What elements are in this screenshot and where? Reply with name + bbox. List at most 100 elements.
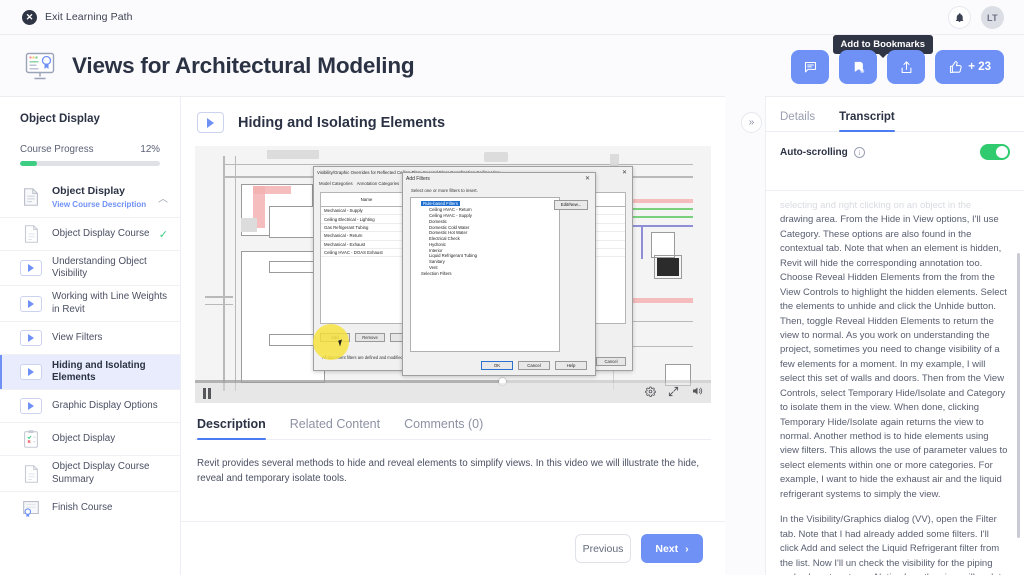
sidebar-item-label: Object Display [52,433,116,445]
info-icon[interactable]: i [853,146,865,158]
video-play-icon [20,395,42,417]
row-name: Mechanical - Return [321,233,413,239]
tab-description[interactable]: Description [197,417,266,440]
course-progress: Course Progress 12% [20,144,160,155]
comment-button[interactable] [791,50,830,84]
vg-cancel-button[interactable]: Cancel [596,357,626,366]
tab-related-content[interactable]: Related Content [290,417,380,439]
af-cancel-button[interactable]: Cancel [518,360,550,370]
af-help-button[interactable]: Help [555,360,587,370]
sidebar-item-working-with-line-weights[interactable]: Working with Line Weights in Revit [0,285,180,320]
sidebar-item-label: Understanding Object Visibility [52,256,147,280]
sidebar-item-hiding-and-isolating-elements[interactable]: Hiding and Isolating Elements [0,353,180,390]
cursor-highlight [313,324,349,360]
like-button[interactable]: + 23 [935,50,1004,84]
view-course-description-link[interactable]: View Course Description [52,200,154,209]
add-filters-title: Add Filters [406,175,430,182]
pause-icon[interactable] [203,387,212,399]
sidebar-item-finish-course[interactable]: Finish Course [0,490,180,524]
panel-tabs: Details Transcript [766,97,1024,132]
video-controls [195,383,711,403]
exit-bar: ✕ Exit Learning Path LT [0,0,1024,34]
expand-icon[interactable] [668,384,679,402]
auto-scrolling-label: Auto-scrolling [780,146,848,158]
row-name: Mechanical - Exhaust [321,241,413,247]
col-name: Name [321,197,413,202]
auto-scrolling-toggle[interactable] [980,144,1010,160]
tab-comments[interactable]: Comments (0) [404,417,483,439]
video-play-icon [20,327,42,349]
row-name: Mechanical - Supply [321,208,413,214]
add-filters-titlebar: Add Filters ✕ [403,173,595,184]
sidebar-item-graphic-display-options[interactable]: Graphic Display Options [0,389,180,422]
tab-details[interactable]: Details [780,111,815,131]
course-progress-bar [20,161,160,166]
tree-root-label[interactable]: Rule-based Filters [421,201,460,207]
tab-annotation-categories[interactable]: Annotation Categories [357,181,400,186]
sidebar-item-label: Finish Course [52,501,113,513]
sidebar-item-object-display-quiz[interactable]: Object Display [0,422,180,455]
sidebar-item-label: Object Display Course [52,227,150,239]
exit-learning-path-label: Exit Learning Path [45,11,133,23]
tab-transcript[interactable]: Transcript [839,111,895,132]
remove-filter-button[interactable]: Remove [355,333,385,342]
learning-path-page: ✕ Exit Learning Path LT Views for Archit… [0,0,1024,575]
sidebar-title: Object Display [20,113,100,125]
course-progress-percent: 12% [140,144,160,155]
video-play-icon [197,112,224,133]
auto-scrolling-row: Auto-scrolling i [766,132,1024,160]
bell-icon[interactable] [948,6,971,29]
course-progress-bar-fill [20,161,37,166]
like-count: + 23 [968,61,991,73]
previous-button[interactable]: Previous [575,534,631,563]
tab-model-categories[interactable]: Model Categories [319,181,353,186]
sidebar-item-object-display-course-summary[interactable]: Object Display Course Summary [0,455,180,490]
bookmark-button[interactable] [839,50,878,84]
sidebar-item-label: Working with Line Weights in Revit [52,291,168,315]
transcript-body[interactable]: selecting and right clicking on an objec… [766,190,1024,575]
quiz-clipboard-icon [20,428,42,450]
video-play-icon [20,293,42,315]
volume-icon[interactable] [691,384,703,402]
document-icon [20,223,42,245]
description-text: Revit provides several methods to hide a… [197,458,700,485]
sidebar-item-object-display-section[interactable]: Object Display View Course Description ︿ [0,177,180,217]
sidebar-item-list: Object Display View Course Description ︿… [0,177,180,524]
video-title-row: Hiding and Isolating Elements [181,97,725,133]
share-button[interactable] [887,50,926,84]
edit-new-button[interactable]: Edit/New... [554,200,588,210]
sidebar-item-view-filters[interactable]: View Filters [0,320,180,354]
chevron-up-icon[interactable]: ︿ [158,190,168,205]
course-progress-label: Course Progress [20,144,94,155]
collapse-panel-button[interactable]: » [741,112,762,133]
close-circle-icon: ✕ [22,9,37,25]
course-doc-icon [20,186,42,208]
main-content: Hiding and Isolating Elements Visibility… [181,96,725,575]
video-player[interactable]: Visibility/Graphic Overrides for Reflect… [195,146,711,403]
next-button[interactable]: Next › [641,534,703,563]
add-filters-footer: OK Cancel Help [481,360,587,370]
top-right-controls: LT [948,6,1004,29]
close-icon[interactable]: ✕ [585,175,592,182]
video-controls-right [645,384,703,402]
video-title: Hiding and Isolating Elements [238,114,446,131]
completed-check-icon: ✓ [158,228,168,241]
filters-tree[interactable]: Rule-based Filters Ceiling HVAC - Return… [410,197,560,352]
sidebar-item-label: Hiding and Isolating Elements [52,359,146,384]
af-ok-button[interactable]: OK [481,360,513,370]
close-icon[interactable]: ✕ [622,169,629,176]
transcript-scrollbar[interactable] [1017,253,1020,538]
tree-root-selection-filters[interactable]: Selection Filters [411,270,559,276]
sidebar-item-understanding-object-visibility[interactable]: Understanding Object Visibility [0,250,180,285]
avatar[interactable]: LT [981,6,1004,29]
page-title: Views for Architectural Modeling [72,52,415,78]
gear-icon[interactable] [645,384,656,402]
header-action-buttons: + 23 [791,50,1004,84]
next-button-label: Next [655,542,679,555]
sidebar-item-object-display-course[interactable]: Object Display Course ✓ [0,217,180,250]
add-filters-body: Select one or more filters to insert. Ru… [403,184,595,375]
exit-learning-path-button[interactable]: ✕ Exit Learning Path [22,9,133,25]
add-filters-dialog[interactable]: Add Filters ✕ Select one or more filters… [402,172,596,376]
row-name: Gas Refrigerant Tubing [321,224,413,230]
sidebar-item-label: Graphic Display Options [52,400,158,412]
